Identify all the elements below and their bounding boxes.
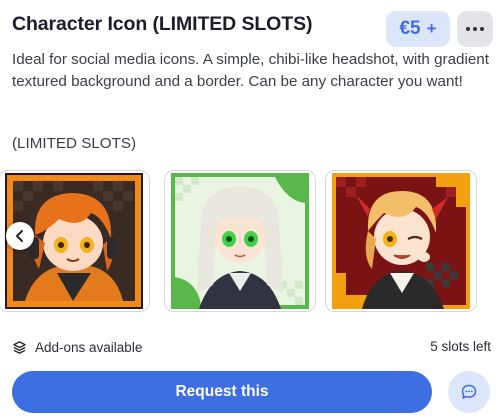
gallery-prev-button[interactable] <box>6 222 34 250</box>
slots-left-count: 5 slots left <box>430 339 491 354</box>
character-artwork-3 <box>332 173 470 309</box>
chat-button[interactable] <box>448 371 490 413</box>
limited-slots-note: (LIMITED SLOTS) <box>12 135 137 152</box>
chevron-left-icon <box>16 230 23 242</box>
chat-bubble-icon <box>461 384 477 399</box>
commission-description: Ideal for social media icons. A simple, … <box>12 51 489 90</box>
gallery-thumb-2[interactable] <box>164 170 316 312</box>
layers-icon <box>13 340 26 354</box>
page-title: Character Icon (LIMITED SLOTS) <box>12 13 313 35</box>
more-horizontal-icon <box>465 27 486 31</box>
example-gallery <box>0 170 499 312</box>
plus-icon: + <box>426 19 437 38</box>
request-button[interactable]: Request this <box>12 371 432 413</box>
price-label: €5 <box>399 18 421 39</box>
addons-label: Add-ons available <box>35 339 143 355</box>
gallery-thumb-3[interactable] <box>325 170 477 312</box>
character-artwork-2 <box>171 173 309 309</box>
more-options-button[interactable] <box>457 11 493 47</box>
addons-indicator: Add-ons available <box>12 337 142 357</box>
price-button[interactable]: €5 + <box>386 11 450 47</box>
